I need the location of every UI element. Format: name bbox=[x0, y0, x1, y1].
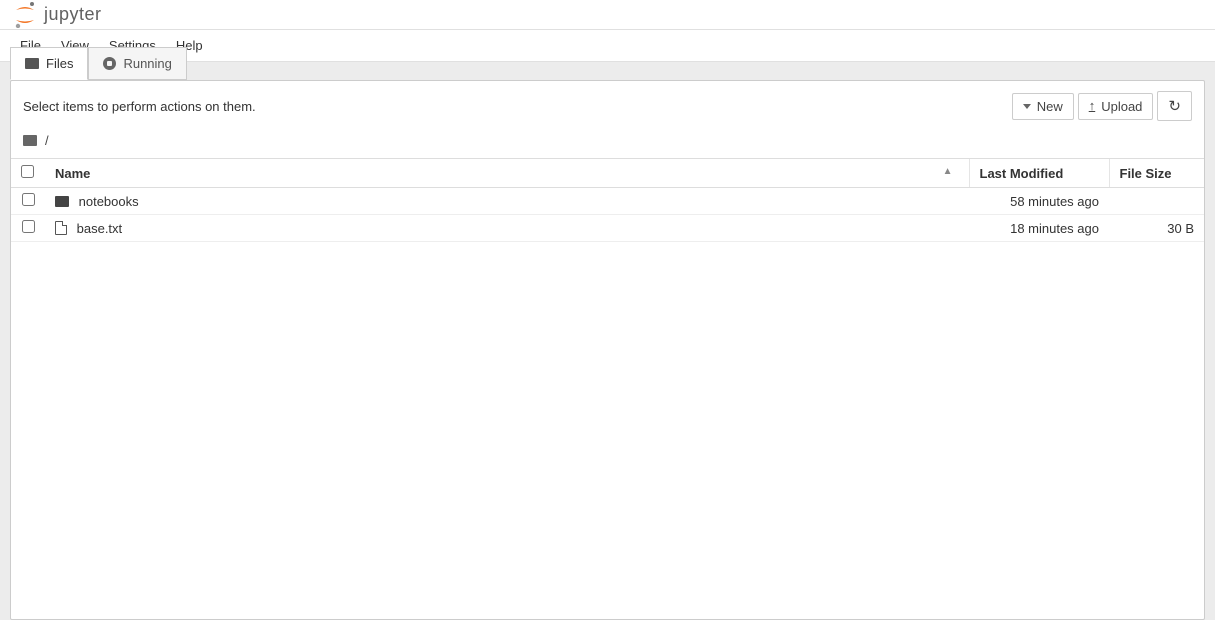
tab-running[interactable]: Running bbox=[88, 47, 186, 80]
new-button[interactable]: New bbox=[1012, 93, 1074, 120]
select-all-checkbox[interactable] bbox=[21, 165, 34, 178]
new-button-label: New bbox=[1037, 99, 1063, 114]
file-name[interactable]: base.txt bbox=[77, 221, 123, 236]
jupyter-logo-text: jupyter bbox=[44, 4, 102, 25]
file-modified: 18 minutes ago bbox=[969, 215, 1109, 242]
column-size[interactable]: File Size bbox=[1109, 159, 1204, 188]
file-size: 30 B bbox=[1109, 215, 1204, 242]
file-icon bbox=[55, 221, 67, 235]
running-icon bbox=[103, 57, 116, 70]
column-size-label: File Size bbox=[1120, 166, 1172, 181]
chevron-down-icon bbox=[1023, 104, 1031, 109]
sort-asc-icon: ▲ bbox=[943, 166, 953, 177]
file-modified: 58 minutes ago bbox=[969, 188, 1109, 215]
folder-icon bbox=[25, 58, 39, 69]
upload-button-label: Upload bbox=[1101, 99, 1142, 114]
column-modified-label: Last Modified bbox=[980, 166, 1064, 181]
file-name[interactable]: notebooks bbox=[79, 194, 139, 209]
selection-hint: Select items to perform actions on them. bbox=[23, 99, 256, 114]
toolbar: Select items to perform actions on them.… bbox=[11, 79, 1204, 133]
content-background: Files Running Select items to perform ac… bbox=[0, 62, 1215, 620]
row-checkbox[interactable] bbox=[22, 193, 35, 206]
file-size bbox=[1109, 188, 1204, 215]
table-row[interactable]: notebooks 58 minutes ago bbox=[11, 188, 1204, 215]
folder-icon bbox=[55, 196, 69, 207]
tab-running-label: Running bbox=[123, 56, 171, 71]
select-all-header[interactable] bbox=[11, 159, 45, 188]
refresh-button[interactable]: ↻ bbox=[1157, 91, 1192, 121]
column-modified[interactable]: Last Modified bbox=[969, 159, 1109, 188]
table-row[interactable]: base.txt 18 minutes ago 30 B bbox=[11, 215, 1204, 242]
jupyter-logo-icon bbox=[14, 2, 36, 28]
file-table: Name ▲ Last Modified File Size notebooks… bbox=[11, 158, 1204, 242]
tab-files[interactable]: Files bbox=[10, 47, 88, 80]
jupyter-logo[interactable]: jupyter bbox=[14, 2, 102, 28]
column-name-label: Name bbox=[55, 166, 90, 181]
tab-files-label: Files bbox=[46, 56, 73, 71]
top-header: jupyter bbox=[0, 0, 1215, 30]
row-checkbox[interactable] bbox=[22, 220, 35, 233]
upload-icon: ↑ bbox=[1089, 101, 1096, 112]
column-name[interactable]: Name ▲ bbox=[45, 159, 969, 188]
upload-button[interactable]: ↑ Upload bbox=[1078, 93, 1154, 120]
breadcrumb[interactable]: / bbox=[11, 133, 1204, 158]
refresh-icon: ↻ bbox=[1168, 97, 1181, 115]
breadcrumb-root[interactable]: / bbox=[45, 133, 49, 148]
folder-icon bbox=[23, 135, 37, 146]
table-header-row: Name ▲ Last Modified File Size bbox=[11, 159, 1204, 188]
main-panel: Files Running Select items to perform ac… bbox=[10, 80, 1205, 620]
